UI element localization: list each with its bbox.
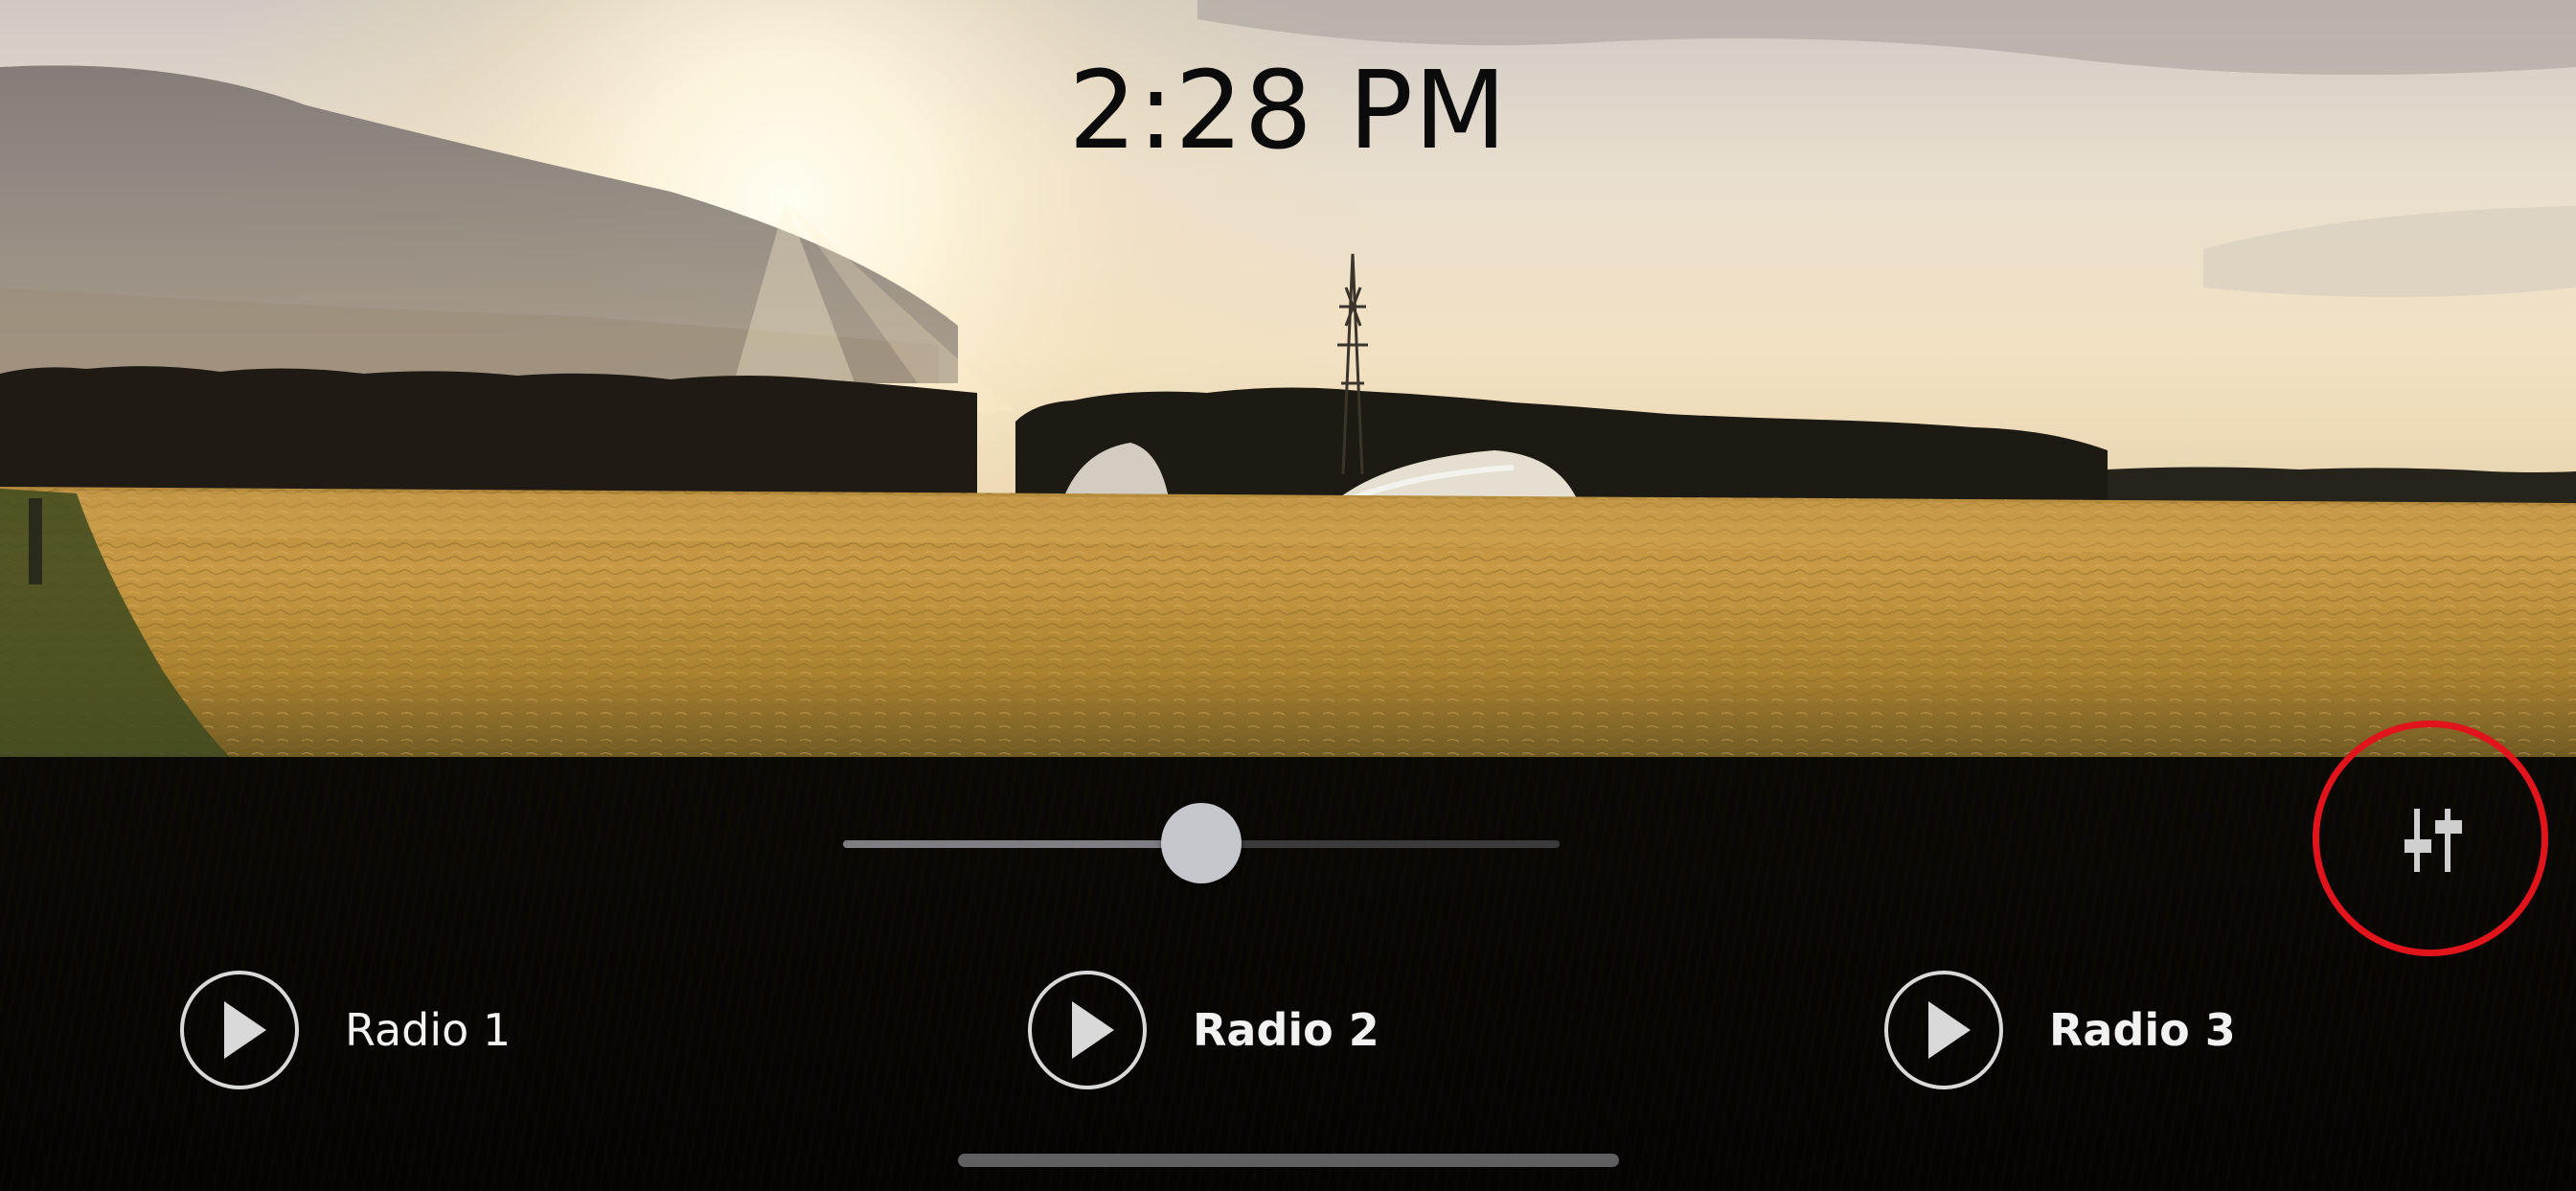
play-icon bbox=[1072, 1001, 1114, 1059]
station-radio-1[interactable]: Radio 1 bbox=[180, 967, 511, 1093]
station-radio-2[interactable]: Radio 2 bbox=[1028, 967, 1379, 1093]
play-button[interactable] bbox=[1884, 971, 2003, 1089]
station-radio-3[interactable]: Radio 3 bbox=[1884, 967, 2236, 1093]
station-label: Radio 3 bbox=[2049, 1004, 2236, 1056]
home-indicator[interactable] bbox=[958, 1154, 1619, 1167]
play-button[interactable] bbox=[180, 971, 299, 1089]
station-label: Radio 2 bbox=[1193, 1004, 1379, 1056]
clock-time: 2:28 PM bbox=[1068, 49, 1508, 173]
sliders-icon bbox=[2405, 809, 2462, 872]
play-icon bbox=[1928, 1001, 1971, 1059]
station-label: Radio 1 bbox=[345, 1004, 512, 1056]
play-icon bbox=[224, 1001, 266, 1059]
volume-slider-thumb[interactable] bbox=[1161, 803, 1242, 883]
radio-screen: 2:28 PM Radio 1 Radio 2 Radio 3 bbox=[0, 0, 2576, 1191]
equalizer-button[interactable] bbox=[2391, 803, 2472, 883]
play-button[interactable] bbox=[1028, 971, 1147, 1089]
volume-slider-fill bbox=[843, 840, 1201, 848]
